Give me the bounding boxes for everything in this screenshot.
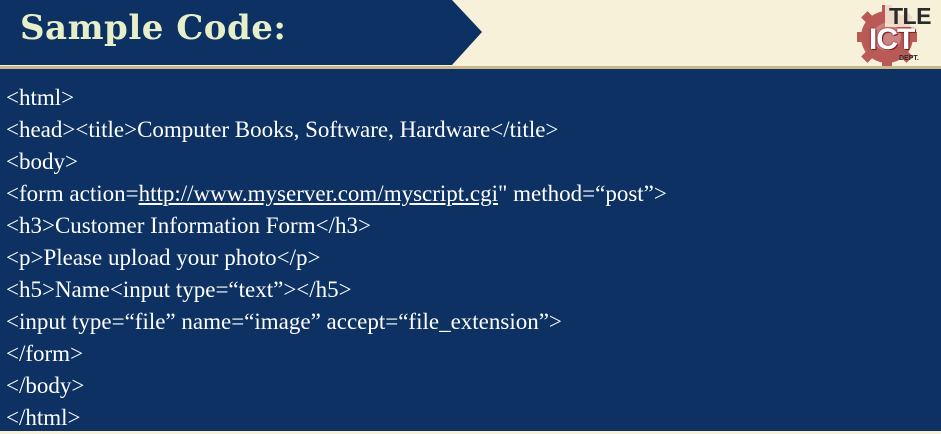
- logo-ict-text: ICT: [869, 23, 915, 56]
- code-line: <head><title>Computer Books, Software, H…: [6, 117, 559, 142]
- code-panel: <html> <head><title>Computer Books, Soft…: [0, 69, 941, 431]
- logo-dept-text: DEPT.: [899, 55, 919, 62]
- code-line: <h5>Name<input type=“text”></h5>: [6, 277, 352, 302]
- code-line: <h3>Customer Information Form</h3>: [6, 213, 371, 238]
- form-action-link[interactable]: http://www.myserver.com/myscript.cgi: [139, 181, 498, 206]
- code-form-suffix: " method=“post”>: [498, 181, 667, 206]
- code-line-form: <form action=http://www.myserver.com/mys…: [6, 178, 667, 210]
- code-line: <p>Please upload your photo</p>: [6, 245, 321, 270]
- code-line: <body>: [6, 149, 78, 174]
- code-form-prefix: <form action=: [6, 181, 139, 206]
- code-line: <input type=“file” name=“image” accept=“…: [6, 309, 562, 334]
- code-listing: <html> <head><title>Computer Books, Soft…: [6, 82, 667, 434]
- slide-title: Sample Code:: [20, 8, 287, 48]
- code-line: </body>: [6, 373, 85, 398]
- code-line: </form>: [6, 341, 84, 366]
- tle-ict-logo: TLE ICT DEPT.: [855, 3, 935, 67]
- title-banner: Sample Code:: [0, 0, 482, 65]
- code-line: <html>: [6, 85, 75, 110]
- code-line: </html>: [6, 405, 81, 430]
